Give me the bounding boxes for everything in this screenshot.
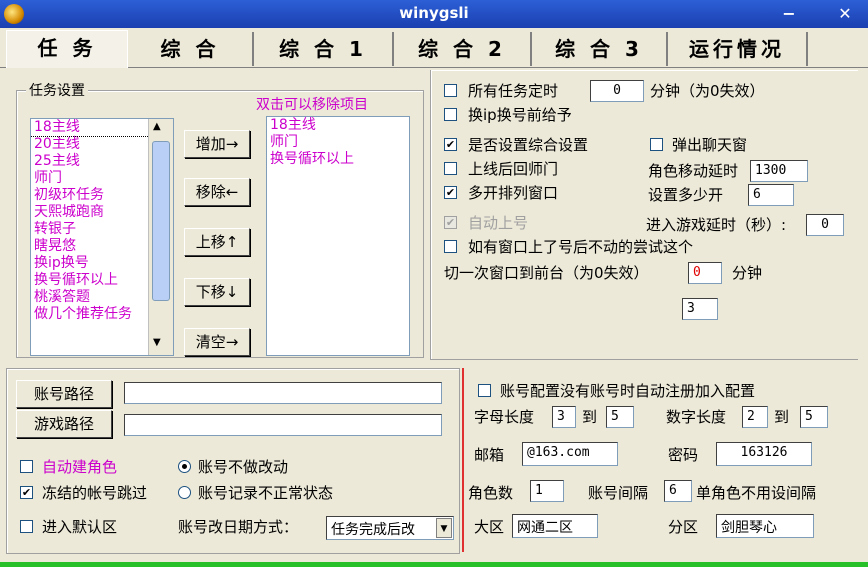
- no-change-label: 账号不做改动: [198, 458, 289, 476]
- auto-create-label: 自动建角色: [42, 458, 118, 476]
- selected-task-list[interactable]: 18主线 师门 换号循环以上: [266, 116, 410, 356]
- digit-to-input[interactable]: 5: [800, 406, 828, 428]
- tab-task[interactable]: 任 务: [6, 30, 128, 68]
- add-task-button[interactable]: 增加→: [184, 130, 250, 158]
- task-list-scrollbar[interactable]: ▲ ▼: [148, 119, 173, 355]
- task-settings-legend: 任务设置: [26, 80, 88, 100]
- tab-comprehensive[interactable]: 综 合: [128, 32, 254, 66]
- password-label: 密码: [668, 446, 699, 464]
- selected-task-item[interactable]: 师门: [267, 134, 409, 151]
- move-down-button[interactable]: 下移↓: [184, 278, 250, 306]
- multi-window-label: 多开排列窗口: [468, 184, 559, 202]
- role-count-input[interactable]: 1: [530, 480, 564, 502]
- letter-to-input[interactable]: 5: [606, 406, 634, 428]
- server-label: 分区: [668, 518, 699, 536]
- auto-register-checkbox[interactable]: [478, 384, 491, 397]
- digit-from-input[interactable]: 2: [742, 406, 768, 428]
- email-label: 邮箱: [474, 446, 505, 464]
- selected-task-item[interactable]: 18主线: [267, 117, 409, 134]
- comprehensive-label: 是否设置综合设置: [468, 136, 589, 154]
- auto-register-label: 账号配置没有账号时自动注册加入配置: [500, 382, 756, 400]
- auto-create-checkbox[interactable]: [20, 460, 33, 473]
- close-button[interactable]: ✕: [834, 4, 856, 24]
- scroll-down-icon[interactable]: ▼: [153, 337, 161, 348]
- scroll-up-icon[interactable]: ▲: [153, 121, 161, 132]
- account-path-button[interactable]: 账号路径: [16, 380, 112, 408]
- chat-popup-checkbox[interactable]: [650, 138, 663, 151]
- account-path-input[interactable]: [124, 382, 442, 404]
- move-delay-label: 角色移动延时: [648, 162, 739, 180]
- switch-front-unit: 分钟: [732, 264, 763, 282]
- single-role-note: 单角色不用设间隔: [696, 484, 817, 502]
- how-many-label: 设置多少开: [648, 186, 724, 204]
- clear-tasks-button[interactable]: 清空→: [184, 328, 250, 356]
- frozen-skip-label: 冻结的帐号跳过: [42, 484, 148, 502]
- game-path-input[interactable]: [124, 414, 442, 436]
- extra-value-input[interactable]: 3: [682, 298, 718, 320]
- letter-from-input[interactable]: 3: [552, 406, 576, 428]
- server-input[interactable]: 剑胆琴心: [716, 514, 814, 538]
- switch-front-input[interactable]: 0: [688, 262, 722, 284]
- scroll-thumb[interactable]: [152, 141, 170, 301]
- enter-default-checkbox[interactable]: [20, 520, 33, 533]
- email-input[interactable]: @163.com: [522, 442, 618, 466]
- date-method-select[interactable]: 任务完成后改: [326, 516, 454, 540]
- move-delay-input[interactable]: 1300: [750, 160, 808, 182]
- date-method-label: 账号改日期方式：: [178, 518, 299, 536]
- chat-popup-label: 弹出聊天窗: [672, 136, 748, 154]
- interval-input[interactable]: 6: [664, 480, 692, 502]
- interval-label: 账号间隔: [588, 484, 649, 502]
- removable-hint: 双击可以移除项目: [256, 97, 368, 113]
- ip-before-label: 换ip换号前给予: [468, 106, 572, 124]
- comprehensive-checkbox[interactable]: ✔: [444, 138, 457, 151]
- window-title: winygsli: [399, 4, 469, 22]
- all-timer-unit: 分钟（为0失效）: [650, 82, 765, 100]
- auto-login-label: 自动上号: [468, 214, 529, 232]
- tab-comprehensive-2[interactable]: 综 合 2: [394, 32, 532, 66]
- no-change-radio[interactable]: [178, 460, 191, 473]
- record-abnormal-label: 账号记录不正常状态: [198, 484, 334, 502]
- digit-length-label: 数字长度: [666, 408, 727, 426]
- selected-task-item[interactable]: 换号循环以上: [267, 151, 409, 168]
- all-timer-checkbox[interactable]: [444, 84, 457, 97]
- enter-delay-label: 进入游戏延时（秒）:: [646, 216, 787, 234]
- status-strip: [0, 562, 868, 567]
- red-divider: [462, 368, 464, 552]
- record-abnormal-radio[interactable]: [178, 486, 191, 499]
- move-up-button[interactable]: 上移↑: [184, 228, 250, 256]
- to-label-2: 到: [774, 408, 790, 426]
- all-timer-input[interactable]: 0: [590, 80, 644, 102]
- minimize-button[interactable]: −: [778, 4, 800, 24]
- ip-before-checkbox[interactable]: [444, 108, 457, 121]
- tab-run-status[interactable]: 运行情况: [668, 32, 808, 66]
- all-timer-label: 所有任务定时: [468, 82, 559, 100]
- auto-login-checkbox[interactable]: ✔: [444, 216, 457, 229]
- tab-comprehensive-3[interactable]: 综 合 3: [532, 32, 668, 66]
- tab-comprehensive-1[interactable]: 综 合 1: [254, 32, 394, 66]
- remove-task-button[interactable]: 移除←: [184, 178, 250, 206]
- chevron-down-icon[interactable]: ▼: [436, 518, 452, 538]
- role-count-label: 角色数: [468, 484, 514, 502]
- return-master-label: 上线后回师门: [468, 160, 559, 178]
- return-master-checkbox[interactable]: [444, 162, 457, 175]
- enter-delay-input[interactable]: 0: [806, 214, 844, 236]
- multi-window-checkbox[interactable]: ✔: [444, 186, 457, 199]
- frozen-skip-checkbox[interactable]: ✔: [20, 486, 33, 499]
- to-label-1: 到: [582, 408, 598, 426]
- switch-front-label: 切一次窗口到前台（为0失效）: [444, 264, 649, 282]
- region-label: 大区: [474, 518, 505, 536]
- how-many-input[interactable]: 6: [748, 184, 794, 206]
- region-input[interactable]: 网通二区: [512, 514, 598, 538]
- enter-default-label: 进入默认区: [42, 518, 118, 536]
- game-path-button[interactable]: 游戏路径: [16, 410, 112, 438]
- letter-length-label: 字母长度: [474, 408, 535, 426]
- stuck-retry-label: 如有窗口上了号后不动的尝试这个: [468, 238, 694, 256]
- stuck-retry-checkbox[interactable]: [444, 240, 457, 253]
- password-input[interactable]: 163126: [716, 442, 812, 466]
